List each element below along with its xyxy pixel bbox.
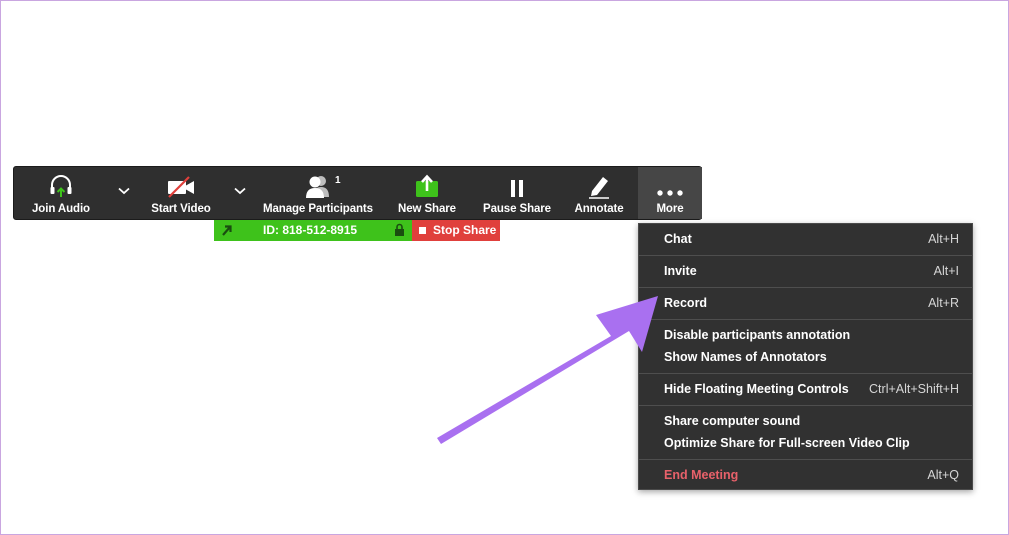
more-label: More [656, 203, 684, 215]
annotate-button[interactable]: Annotate [566, 167, 632, 219]
meeting-toolbar: Join Audio Start Video 1 Manage Particip… [13, 166, 702, 220]
meeting-id-bar[interactable]: ID: 818-512-8915 [214, 220, 412, 241]
menu-item-label: Optimize Share for Full-screen Video Cli… [664, 436, 910, 450]
menu-separator [639, 405, 972, 406]
menu-item-show-annotator-names[interactable]: Show Names of Annotators [639, 350, 972, 366]
start-video-label: Start Video [151, 203, 211, 215]
share-arrow-icon [220, 223, 234, 240]
audio-options-chevron[interactable] [114, 181, 134, 201]
menu-item-label: Show Names of Annotators [664, 350, 827, 364]
menu-separator [639, 287, 972, 288]
stop-share-button[interactable]: Stop Share [412, 220, 500, 241]
menu-item-shortcut: Alt+I [933, 264, 959, 278]
menu-item-label: Record [664, 296, 708, 310]
start-video-button[interactable]: Start Video [148, 167, 214, 219]
menu-item-shortcut: Ctrl+Alt+Shift+H [869, 382, 959, 396]
pencil-icon [586, 167, 612, 199]
menu-item-label: Hide Floating Meeting Controls [664, 382, 849, 396]
video-options-chevron[interactable] [230, 181, 250, 201]
menu-item-label: Disable participants annotation [664, 328, 851, 342]
participant-count-badge: 1 [335, 175, 341, 186]
menu-item-shortcut: Alt+H [928, 232, 959, 246]
video-off-icon [166, 167, 196, 199]
menu-item-shortcut: Alt+R [928, 296, 959, 310]
menu-item-optimize-share[interactable]: Optimize Share for Full-screen Video Cli… [639, 436, 972, 452]
join-audio-button[interactable]: Join Audio [28, 167, 94, 219]
pause-share-button[interactable]: Pause Share [482, 167, 552, 219]
manage-participants-label: Manage Participants [263, 203, 373, 215]
menu-separator [639, 319, 972, 320]
manage-participants-button[interactable]: 1 Manage Participants [262, 167, 374, 219]
new-share-button[interactable]: New Share [394, 167, 460, 219]
menu-item-invite[interactable]: Invite Alt+I [639, 264, 972, 280]
menu-item-hide-floating-controls[interactable]: Hide Floating Meeting Controls Ctrl+Alt+… [639, 382, 972, 398]
annotate-label: Annotate [574, 203, 624, 215]
more-button[interactable]: More [638, 167, 702, 219]
menu-separator [639, 255, 972, 256]
menu-item-label: Share computer sound [664, 414, 801, 428]
menu-separator [639, 459, 972, 460]
pause-icon [507, 167, 527, 199]
menu-item-disable-annotation[interactable]: Disable participants annotation [639, 328, 972, 344]
lock-icon [394, 223, 405, 240]
more-menu: Chat Alt+H Invite Alt+I Record Alt+R Dis… [638, 223, 973, 490]
menu-item-label: Invite [664, 264, 697, 278]
headphones-icon [48, 167, 74, 199]
join-audio-label: Join Audio [32, 203, 90, 215]
menu-item-shortcut: Alt+Q [927, 468, 959, 482]
stop-square-icon [419, 227, 426, 234]
participants-icon: 1 [303, 167, 341, 199]
meeting-id-text: ID: 818-512-8915 [263, 223, 358, 237]
menu-item-record[interactable]: Record Alt+R [639, 296, 972, 312]
chevron-down-icon [234, 187, 246, 195]
chevron-down-icon [118, 187, 130, 195]
pause-share-label: Pause Share [483, 203, 551, 215]
more-dots-icon [655, 167, 685, 199]
menu-item-label: Chat [664, 232, 692, 246]
stop-share-label: Stop Share [433, 223, 497, 237]
new-share-label: New Share [398, 203, 456, 215]
menu-item-share-computer-sound[interactable]: Share computer sound [639, 414, 972, 430]
menu-item-end-meeting[interactable]: End Meeting Alt+Q [639, 468, 972, 484]
share-screen-icon [414, 167, 440, 199]
menu-item-label: End Meeting [664, 468, 739, 482]
menu-item-chat[interactable]: Chat Alt+H [639, 232, 972, 248]
menu-separator [639, 373, 972, 374]
